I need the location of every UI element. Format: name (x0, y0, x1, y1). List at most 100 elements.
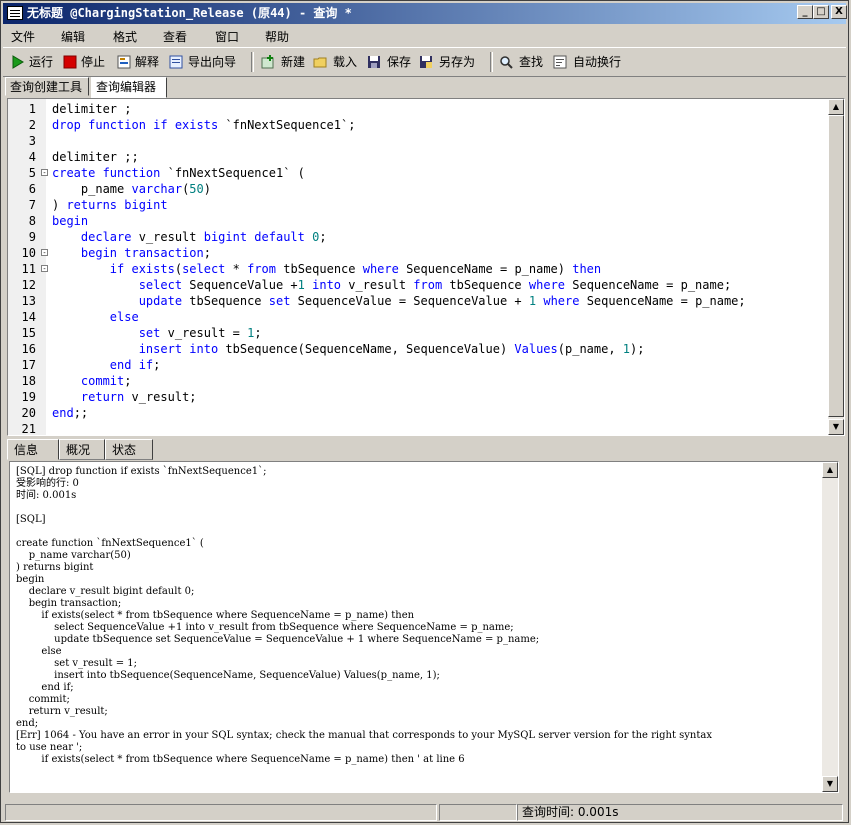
stop-button[interactable]: 停止 (63, 53, 113, 71)
title-bar[interactable]: 无标题 @ChargingStation_Release (原44) - 查询 … (3, 3, 847, 24)
line-number: 11 (21, 262, 36, 276)
code-line: ) returns bigint (52, 198, 168, 212)
folder-icon (313, 57, 327, 68)
line-number: 12 (21, 278, 36, 292)
save-button[interactable]: 保存 (367, 53, 417, 71)
code-line: begin (52, 214, 89, 228)
menu-edit[interactable]: 编辑 (61, 28, 85, 45)
maximize-button[interactable]: □ (813, 5, 829, 19)
message-output[interactable]: [SQL] drop function if exists `fnNextSeq… (9, 461, 839, 793)
code-line: delimiter ; (52, 102, 132, 116)
menu-view[interactable]: 查看 (163, 28, 187, 45)
code-line: end if; (109, 358, 161, 372)
line-number: 2 (28, 118, 36, 132)
floppy-disk-icon (368, 56, 380, 68)
load-button[interactable]: 载入 (313, 53, 363, 71)
tab-info[interactable]: 信息 (7, 439, 59, 460)
query-time-status: 查询时间: 0.001s (517, 804, 843, 821)
fold-toggle-icon[interactable]: - (41, 249, 48, 257)
scroll-thumb[interactable] (828, 115, 844, 417)
scroll-down-button[interactable]: ▼ (828, 419, 844, 435)
line-number: 14 (21, 310, 36, 324)
code-line: declare v_result bigint default 0; (80, 230, 327, 244)
line-number: 15 (21, 326, 36, 340)
tab-status[interactable]: 状态 (105, 439, 153, 460)
line-number: 18 (21, 374, 36, 388)
line-number: 6 (28, 182, 36, 196)
save-as-label: 另存为 (439, 55, 476, 69)
line-number: 19 (21, 390, 36, 404)
stop-icon (63, 55, 77, 69)
minimize-button[interactable]: _ (797, 5, 813, 19)
editor-vertical-scrollbar[interactable]: ▲ ▼ (828, 99, 844, 435)
main-window: 无标题 @ChargingStation_Release (原44) - 查询 … (0, 0, 849, 823)
line-number: 1 (28, 102, 36, 116)
magnifier-icon (500, 56, 513, 69)
fold-toggle-icon[interactable]: - (41, 169, 48, 177)
code-line: commit; (80, 374, 132, 388)
code-line: select SequenceValue +1 into v_result fr… (138, 278, 732, 292)
new-label: 新建 (281, 55, 306, 69)
code-line: delimiter ;; (52, 150, 139, 164)
menu-format[interactable]: 格式 (113, 28, 137, 45)
code-line: p_name varchar(50) (52, 182, 211, 196)
line-number: 7 (28, 198, 36, 212)
code-line: set v_result = 1; (138, 326, 262, 340)
line-number: 10 (21, 246, 36, 260)
menu-help[interactable]: 帮助 (265, 28, 289, 45)
explain-label: 解释 (135, 55, 160, 69)
export-icon (169, 55, 183, 69)
find-label: 查找 (519, 55, 544, 69)
tab-query-editor[interactable]: 查询编辑器 (91, 77, 167, 98)
line-number: 5 (28, 166, 36, 180)
tab-overview[interactable]: 概况 (59, 439, 105, 460)
tab-query-builder[interactable]: 查询创建工具 (5, 77, 89, 96)
menu-window[interactable]: 窗口 (215, 28, 239, 45)
sql-editor[interactable]: 1 delimiter ; 2 drop function if exists `fn… (7, 98, 845, 436)
code-line: create function `fnNextSequence1` ( (52, 166, 305, 180)
close-button[interactable]: X (831, 5, 847, 19)
line-number: 4 (28, 150, 36, 164)
stop-label: 停止 (81, 55, 106, 69)
line-number: 3 (28, 134, 36, 148)
export-wizard-label: 导出向导 (188, 55, 237, 69)
line-number: 9 (28, 230, 36, 244)
menu-bar: 文件 编辑 格式 查看 窗口 帮助 (3, 25, 846, 45)
find-button[interactable]: 查找 (499, 53, 549, 71)
line-number: 13 (21, 294, 36, 308)
explain-icon (117, 55, 131, 69)
word-wrap-label: 自动换行 (573, 55, 622, 69)
play-icon (12, 55, 24, 69)
run-button[interactable]: 运行 (11, 53, 61, 71)
scroll-up-button[interactable]: ▲ (828, 99, 844, 115)
status-panel-left (5, 804, 437, 821)
menu-file[interactable]: 文件 (11, 28, 35, 45)
status-bar: 查询时间: 0.001s (3, 802, 846, 822)
code-line: insert into tbSequence(SequenceName, Seq… (138, 342, 645, 356)
word-wrap-button[interactable]: 自动换行 (553, 53, 627, 71)
message-text: [SQL] drop function if exists `fnNextSeq… (16, 466, 712, 765)
line-number: 17 (21, 358, 36, 372)
new-icon (261, 55, 274, 69)
fold-toggle-icon[interactable]: - (41, 265, 48, 273)
export-wizard-button[interactable]: 导出向导 (169, 53, 243, 71)
code-line: if exists(select * from tbSequence where… (109, 262, 602, 276)
save-label: 保存 (387, 55, 412, 69)
scroll-up-button[interactable]: ▲ (822, 462, 838, 478)
line-number: 20 (21, 406, 36, 420)
toolbar-separator (251, 52, 254, 72)
toolbar-separator (490, 52, 493, 72)
new-button[interactable]: 新建 (261, 53, 311, 71)
app-icon (7, 6, 23, 20)
line-number: 8 (28, 214, 36, 228)
code-line: return v_result; (80, 390, 197, 404)
output-vertical-scrollbar[interactable]: ▲ ▼ (822, 462, 838, 792)
status-panel-middle (439, 804, 517, 821)
save-as-button[interactable]: 另存为 (419, 53, 483, 71)
code-line: else (109, 310, 139, 324)
run-label: 运行 (29, 55, 54, 69)
explain-button[interactable]: 解释 (117, 53, 167, 71)
save-as-icon (420, 56, 432, 68)
code-line: drop function if exists `fnNextSequence1… (52, 118, 356, 132)
scroll-down-button[interactable]: ▼ (822, 776, 838, 792)
